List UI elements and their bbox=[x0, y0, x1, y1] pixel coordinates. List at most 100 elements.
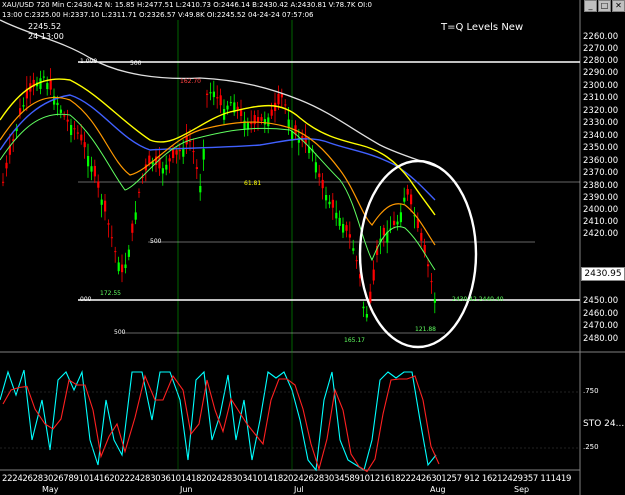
price-axis-label: 2320.00 bbox=[583, 106, 619, 116]
price-axis-label: 2350.00 bbox=[583, 143, 619, 153]
candle-body bbox=[42, 76, 45, 78]
level-value-172: 172.55 bbox=[100, 290, 121, 297]
price-axis-label: 2480.00 bbox=[583, 334, 619, 344]
candle-body bbox=[97, 181, 100, 188]
candle-body bbox=[104, 200, 107, 212]
candle-body bbox=[393, 220, 396, 225]
candle-body bbox=[127, 249, 130, 257]
price-axis-label: 2270.00 bbox=[583, 44, 619, 54]
price-axis-label: 2470.00 bbox=[583, 321, 619, 331]
candle-body bbox=[87, 156, 90, 167]
level-value-61: 61.81 bbox=[244, 180, 262, 187]
price-axis-label: 2330.00 bbox=[583, 118, 619, 128]
window-controls: _ □ ✕ bbox=[583, 0, 625, 12]
candle-body bbox=[66, 119, 69, 122]
level-value-162: 162.70 bbox=[180, 78, 201, 85]
candle-body bbox=[410, 194, 413, 205]
month-label-sep: Sep bbox=[514, 485, 530, 494]
candle-body bbox=[345, 225, 348, 231]
price-axis-label: 2460.00 bbox=[583, 309, 619, 319]
candle-body bbox=[433, 299, 436, 303]
price-axis-label: 2310.00 bbox=[583, 93, 619, 103]
candle-body bbox=[216, 97, 219, 99]
candle-body bbox=[110, 237, 113, 239]
candle-body bbox=[93, 165, 96, 177]
candle-body bbox=[124, 264, 127, 269]
price-axis-label: 2420.00 bbox=[583, 229, 619, 239]
level-value-121: 121.88 bbox=[415, 326, 436, 333]
price-axis-label: 2390.00 bbox=[583, 193, 619, 203]
candle-body bbox=[427, 264, 430, 267]
candle-body bbox=[185, 136, 188, 145]
minimize-button[interactable]: _ bbox=[584, 0, 597, 12]
candle-body bbox=[56, 102, 59, 106]
candle-body bbox=[59, 109, 62, 113]
candle-body bbox=[338, 217, 341, 226]
price-axis-label: 2410.00 bbox=[583, 217, 619, 227]
candle-body bbox=[70, 125, 73, 136]
candle-body bbox=[172, 148, 175, 158]
candle-body bbox=[121, 264, 124, 273]
candle-body bbox=[22, 105, 25, 107]
maximize-button[interactable]: □ bbox=[598, 0, 611, 12]
price-axis-label: 2340.00 bbox=[583, 131, 619, 141]
price-axis-label: 2450.00 bbox=[583, 296, 619, 306]
candle-body bbox=[2, 181, 5, 183]
price-chart[interactable] bbox=[0, 0, 625, 495]
candle-body bbox=[73, 128, 76, 130]
candle-body bbox=[219, 95, 222, 106]
candle-body bbox=[406, 188, 409, 195]
candle-body bbox=[342, 224, 345, 233]
study-title: T=Q Levels New bbox=[441, 22, 524, 33]
candle-body bbox=[331, 199, 334, 208]
candle-body bbox=[175, 150, 178, 155]
close-button[interactable]: ✕ bbox=[612, 0, 625, 12]
level-value-right: 2430.42 2440.40 bbox=[452, 296, 504, 303]
month-label-aug: Aug bbox=[430, 485, 446, 494]
ma-white-line bbox=[0, 19, 441, 169]
level-value-165: 165.17 bbox=[344, 337, 365, 344]
candle-body bbox=[209, 92, 212, 94]
candle-body bbox=[277, 93, 280, 105]
candle-body bbox=[114, 251, 117, 253]
candle-body bbox=[403, 197, 406, 202]
candle-body bbox=[355, 260, 358, 262]
ohlc-header: 13:00 C:2325.00 H:2337.10 L:2311.71 O:23… bbox=[2, 11, 314, 19]
candle-body bbox=[76, 132, 79, 134]
candle-body bbox=[372, 269, 375, 281]
candle-body bbox=[212, 91, 215, 98]
candle-body bbox=[131, 223, 134, 233]
level-label-500-top: 500 bbox=[130, 60, 142, 67]
candlestick-series bbox=[2, 68, 436, 322]
candle-body bbox=[321, 179, 324, 189]
ma-green-line bbox=[0, 113, 436, 271]
stochastic-fast-line bbox=[0, 369, 437, 472]
candle-body bbox=[117, 262, 120, 272]
candle-body bbox=[263, 119, 266, 125]
level-label-500-bot: 500 bbox=[114, 329, 126, 336]
candle-body bbox=[199, 186, 202, 193]
month-label-jul: Jul bbox=[294, 485, 304, 494]
candle-body bbox=[161, 168, 164, 174]
candle-body bbox=[63, 115, 66, 117]
candle-body bbox=[325, 195, 328, 201]
candle-body bbox=[90, 166, 93, 172]
candle-body bbox=[148, 155, 151, 164]
candle-body bbox=[189, 140, 192, 142]
candle-body bbox=[267, 117, 270, 127]
candle-body bbox=[138, 191, 141, 193]
candle-body bbox=[396, 221, 399, 225]
ma-orange-line bbox=[0, 96, 436, 246]
candle-body bbox=[430, 281, 433, 283]
level-label-500-mid: 500 bbox=[150, 238, 162, 245]
price-axis-label: 2260.00 bbox=[583, 32, 619, 42]
instrument-header: XAU/USD 720 Min C:2430.42 N: 15.85 H:247… bbox=[2, 1, 373, 9]
price-axis-label: 2360.00 bbox=[583, 156, 619, 166]
candle-body bbox=[352, 248, 355, 251]
candle-body bbox=[195, 167, 198, 169]
candle-body bbox=[236, 106, 239, 110]
chart-window[interactable]: XAU/USD 720 Min C:2430.42 N: 15.85 H:247… bbox=[0, 0, 625, 495]
candle-body bbox=[178, 149, 181, 152]
price-axis-label: 2280.00 bbox=[583, 56, 619, 66]
candle-body bbox=[192, 151, 195, 153]
